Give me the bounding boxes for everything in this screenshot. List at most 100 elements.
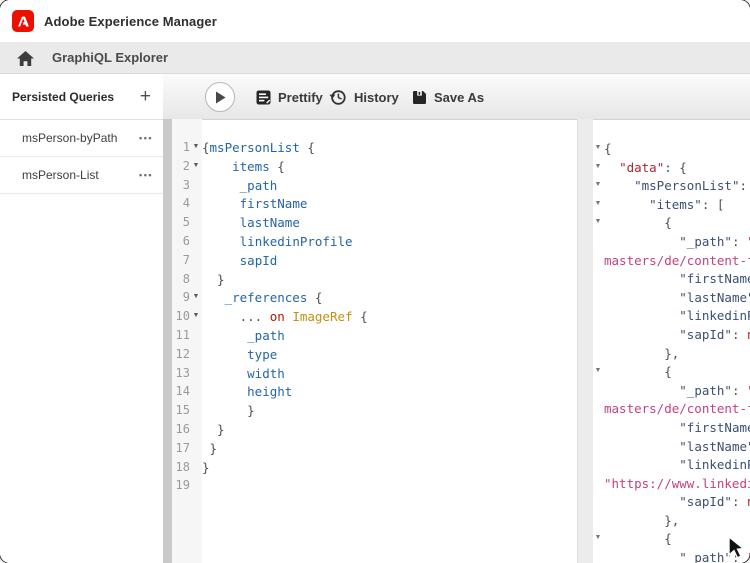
fold-spacer	[190, 195, 202, 199]
fold-spacer	[190, 233, 202, 237]
code-line: 5 lastName	[172, 214, 577, 233]
result-line: ▼ "msPersonList": {	[592, 177, 750, 196]
code-text: {msPersonList {	[202, 139, 315, 158]
line-number: 9	[172, 289, 190, 304]
fold-spacer	[592, 382, 604, 386]
fold-arrow-icon[interactable]: ▼	[592, 214, 604, 225]
more-options-icon[interactable]: •••	[139, 170, 153, 180]
code-line: 6 linkedinProfile	[172, 233, 577, 252]
app-header: Adobe Experience Manager	[0, 0, 750, 43]
graphiql-toolbar: Prettify History Save As	[163, 74, 750, 120]
line-number: 2	[172, 158, 190, 173]
code-text: sapId	[202, 252, 277, 271]
play-icon	[214, 91, 226, 104]
fold-spacer	[592, 345, 604, 349]
fold-arrow-icon[interactable]: ▼	[592, 159, 604, 170]
line-number: 11	[172, 327, 190, 342]
code-text: _references {	[202, 289, 322, 308]
fold-arrow-icon[interactable]: ▼	[190, 158, 202, 169]
fold-spacer	[190, 214, 202, 218]
fold-spacer	[592, 233, 604, 237]
results-pane[interactable]: ▼{▼ "data": {▼ "msPersonList": {▼ "items…	[592, 140, 750, 563]
code-text: items {	[202, 158, 285, 177]
result-line: ▼ "items": [	[592, 196, 750, 215]
fold-arrow-icon[interactable]: ▼	[190, 139, 202, 150]
code-text: "sapId": null	[604, 326, 750, 345]
prettify-label: Prettify	[278, 90, 323, 105]
code-text: }	[202, 459, 210, 478]
code-text: ... on ImageRef {	[202, 308, 368, 327]
fold-spacer	[592, 289, 604, 293]
fold-spacer	[190, 440, 202, 444]
code-text: "data": {	[604, 159, 687, 178]
fold-spacer	[190, 402, 202, 406]
editor-results-divider[interactable]	[577, 119, 593, 563]
code-text: "_path": "/content/dam/sap-	[604, 382, 750, 401]
line-number: 6	[172, 233, 190, 248]
code-text: "lastName": "Mueller",	[604, 289, 750, 308]
fold-spacer	[190, 346, 202, 350]
query-editor-lines: 1▼{msPersonList {2▼ items {3 _path4 firs…	[172, 139, 577, 496]
line-number: 7	[172, 252, 190, 267]
history-label: History	[354, 90, 399, 105]
code-line: 15 }	[172, 402, 577, 421]
fold-arrow-icon[interactable]: ▼	[190, 289, 202, 300]
fold-arrow-icon[interactable]: ▼	[592, 530, 604, 541]
result-line: },	[592, 512, 750, 531]
save-as-button[interactable]: Save As	[412, 88, 484, 106]
history-button[interactable]: History	[329, 88, 399, 106]
mouse-cursor-icon	[727, 536, 750, 563]
result-line: "lastName": "Mueller",	[592, 289, 750, 308]
code-text: width	[202, 365, 285, 384]
query-editor[interactable]: 1▼{msPersonList {2▼ items {3 _path4 firs…	[172, 139, 577, 496]
code-text: firstName	[202, 195, 307, 214]
result-line: },	[592, 345, 750, 364]
code-line: 16 }	[172, 421, 577, 440]
code-line: 3 _path	[172, 177, 577, 196]
code-text: _path	[202, 327, 285, 346]
code-text: {	[604, 530, 672, 549]
fold-spacer	[592, 456, 604, 460]
fold-spacer	[190, 327, 202, 331]
sidebar-editor-divider[interactable]	[163, 119, 172, 563]
code-text: "firstName": "Anna",	[604, 270, 750, 289]
fold-spacer	[592, 475, 604, 479]
line-number: 3	[172, 177, 190, 192]
fold-spacer	[592, 326, 604, 330]
fold-arrow-icon[interactable]: ▼	[190, 308, 202, 319]
prettify-button[interactable]: Prettify	[256, 88, 323, 106]
home-icon[interactable]	[17, 50, 35, 66]
fold-spacer	[190, 421, 202, 425]
code-line: 12 type	[172, 346, 577, 365]
add-query-button[interactable]: +	[140, 87, 151, 106]
fold-spacer	[592, 438, 604, 442]
sidebar-item-msperson-bypath[interactable]: msPerson-byPath •••	[0, 120, 163, 157]
code-text: {	[604, 140, 612, 159]
fold-arrow-icon[interactable]: ▼	[592, 363, 604, 374]
code-line: 4 firstName	[172, 195, 577, 214]
fold-arrow-icon[interactable]: ▼	[592, 177, 604, 188]
fold-arrow-icon[interactable]: ▼	[592, 196, 604, 207]
code-text: type	[202, 346, 277, 365]
code-text: "msPersonList": {	[604, 177, 750, 196]
fold-arrow-icon[interactable]: ▼	[592, 140, 604, 151]
code-text: },	[604, 512, 679, 531]
fold-spacer	[592, 419, 604, 423]
code-text: masters/de/content-fragments/max-musterm…	[604, 400, 750, 419]
fold-spacer	[592, 400, 604, 404]
code-line: 13 width	[172, 365, 577, 384]
fold-spacer	[190, 477, 202, 481]
code-text: }	[202, 271, 225, 290]
persisted-queries-panel: Persisted Queries + msPerson-byPath ••• …	[0, 74, 163, 563]
code-text: "linkedinProfile":	[604, 456, 750, 475]
more-options-icon[interactable]: •••	[139, 133, 153, 143]
page-title: GraphiQL Explorer	[52, 50, 168, 65]
code-text: }	[202, 402, 255, 421]
result-line: masters/de/content-fragments/anna-muelle…	[592, 252, 750, 271]
result-line: "lastName": "Mustermann",	[592, 438, 750, 457]
result-line: ▼ "data": {	[592, 159, 750, 178]
sidebar-item-msperson-list[interactable]: msPerson-List •••	[0, 157, 163, 194]
code-text: masters/de/content-fragments/anna-muelle…	[604, 252, 750, 271]
code-line: 14 height	[172, 383, 577, 402]
execute-query-button[interactable]	[205, 82, 235, 112]
